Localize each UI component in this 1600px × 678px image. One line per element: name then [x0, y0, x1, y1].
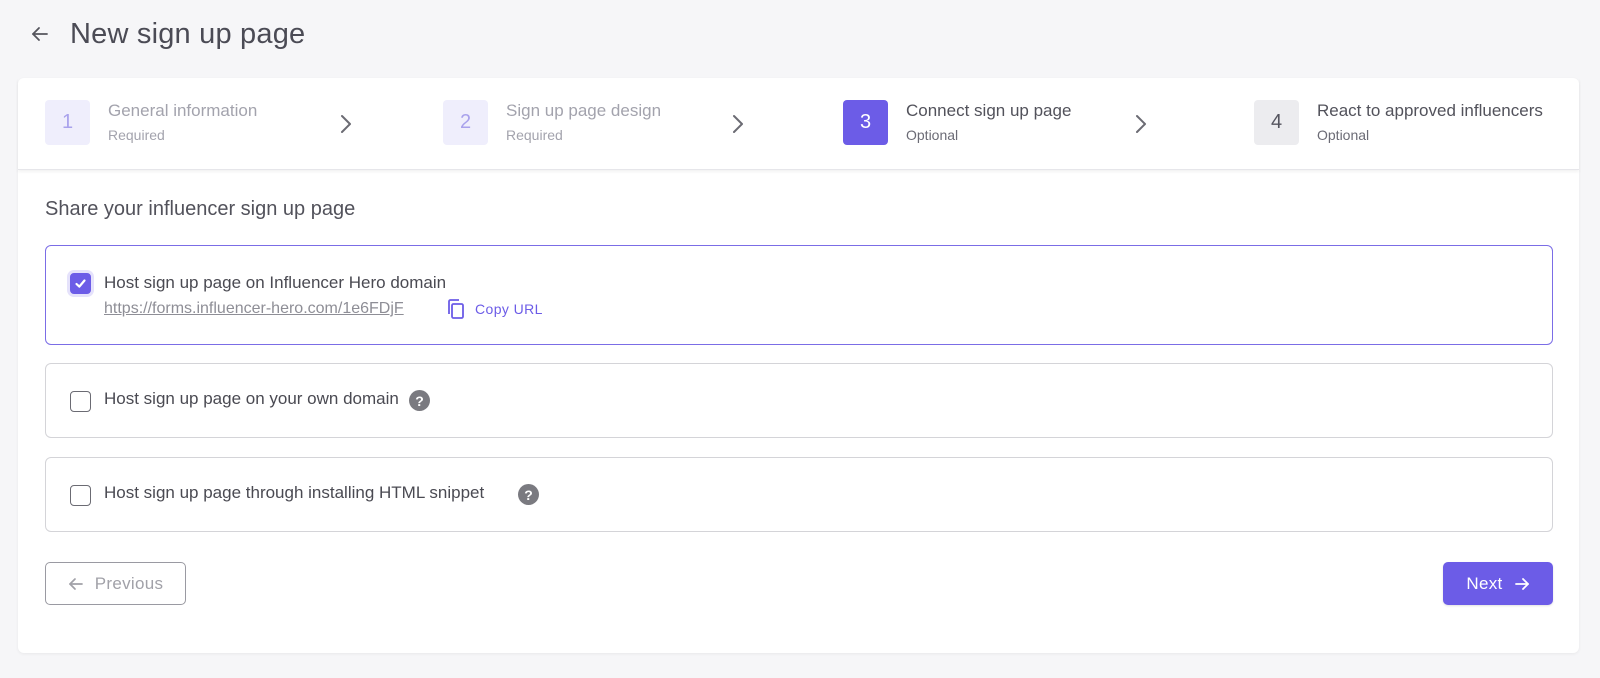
previous-button[interactable]: Previous	[45, 562, 186, 605]
option-own-domain[interactable]: Host sign up page on your own domain ?	[45, 363, 1553, 438]
section-title: Share your influencer sign up page	[45, 198, 356, 220]
previous-label: Previous	[94, 573, 164, 593]
step-general-information[interactable]: 1 General information Required	[45, 100, 257, 145]
option-html-snippet[interactable]: Host sign up page through installing HTM…	[45, 457, 1553, 532]
option-checkbox[interactable]	[70, 485, 91, 506]
step-subtitle: Optional	[1317, 127, 1370, 143]
step-number: 2	[443, 100, 488, 145]
chevron-right-icon	[1136, 115, 1146, 133]
step-title: React to approved influencers	[1317, 101, 1543, 120]
stepper: 1 General information Required 2 Sign up…	[18, 78, 1579, 170]
step-title: Sign up page design	[506, 101, 662, 120]
arrow-left-icon	[68, 577, 83, 590]
option-influencer-hero-domain[interactable]: Host sign up page on Influencer Hero dom…	[45, 245, 1553, 345]
step-title: Connect sign up page	[906, 101, 1072, 120]
chevron-right-icon	[733, 115, 743, 133]
step-subtitle: Required	[108, 127, 165, 143]
wizard-card: 1 General information Required 2 Sign up…	[18, 78, 1579, 653]
checkmark-icon	[75, 279, 86, 288]
copy-icon	[448, 299, 464, 319]
next-button[interactable]: Next	[1443, 562, 1553, 605]
step-number: 4	[1254, 100, 1299, 145]
copy-url-label: Copy URL	[475, 301, 543, 317]
step-react-to-approved-influencers[interactable]: 4 React to approved influencers Optional	[1254, 100, 1543, 145]
page-header: New sign up page	[26, 14, 305, 54]
next-label: Next	[1466, 573, 1503, 593]
arrow-right-icon	[1514, 577, 1529, 590]
option-label: Host sign up page on Influencer Hero dom…	[104, 273, 447, 292]
arrow-left-icon	[32, 27, 48, 41]
option-checkbox-checked[interactable]	[70, 273, 91, 294]
copy-url-button[interactable]: Copy URL	[446, 298, 543, 320]
step-subtitle: Optional	[906, 127, 959, 143]
option-checkbox[interactable]	[70, 391, 91, 412]
option-label: Host sign up page on your own domain	[104, 389, 399, 408]
page-title: New sign up page	[70, 17, 306, 50]
question-circle-icon[interactable]: ?	[409, 390, 430, 411]
question-circle-icon[interactable]: ?	[518, 484, 539, 505]
step-subtitle: Required	[506, 127, 563, 143]
step-number: 3	[843, 100, 888, 145]
step-number: 1	[45, 100, 90, 145]
step-connect-sign-up-page[interactable]: 3 Connect sign up page Optional	[843, 100, 1071, 145]
back-button[interactable]	[26, 20, 54, 48]
signup-url-link[interactable]: https://forms.influencer-hero.com/1e6FDj…	[104, 300, 404, 318]
step-title: General information	[108, 101, 258, 120]
step-sign-up-page-design[interactable]: 2 Sign up page design Required	[443, 100, 661, 145]
option-label: Host sign up page through installing HTM…	[104, 483, 485, 502]
chevron-right-icon	[341, 115, 351, 133]
